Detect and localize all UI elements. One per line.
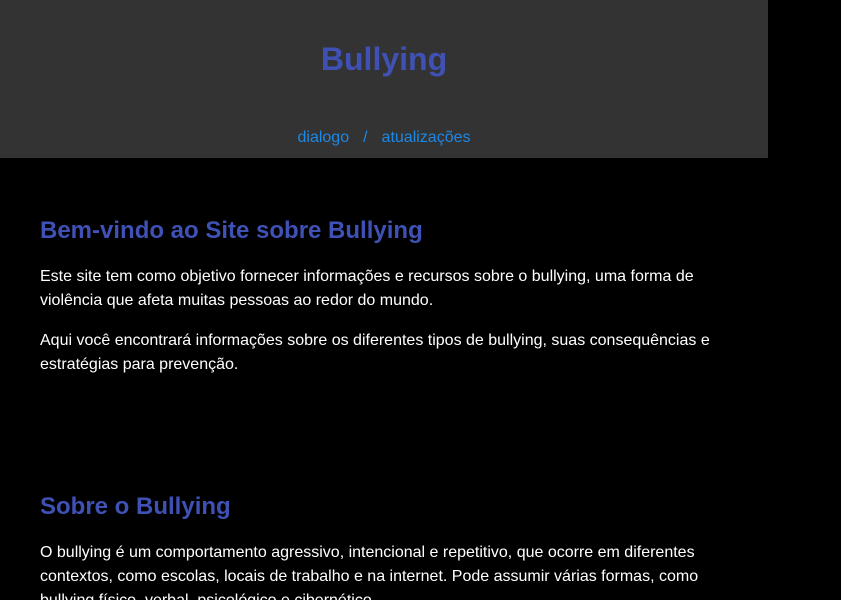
main-nav: dialogo / atualizações [0, 128, 768, 148]
nav-separator: / [363, 129, 368, 146]
nav-link-dialogo[interactable]: dialogo [297, 129, 349, 146]
site-header: Bullying dialogo / atualizações [0, 0, 768, 158]
welcome-section: Bem-vindo ao Site sobre Bullying Este si… [40, 216, 730, 377]
about-heading: Sobre o Bullying [40, 493, 231, 520]
about-section: Sobre o Bullying O bullying é um comport… [40, 492, 730, 600]
about-paragraph: O bullying é um comportamento agressivo,… [40, 544, 699, 600]
site-title: Bullying [320, 41, 448, 77]
welcome-paragraph: Este site tem como objetivo fornecer inf… [40, 268, 694, 309]
welcome-heading: Bem-vindo ao Site sobre Bullying [40, 217, 423, 244]
welcome-paragraph: Aqui você encontrará informações sobre o… [40, 332, 710, 373]
page: Bullying dialogo / atualizações Bem-vindo … [0, 0, 841, 600]
nav-link-atualizacoes[interactable]: atualizações [382, 129, 471, 146]
